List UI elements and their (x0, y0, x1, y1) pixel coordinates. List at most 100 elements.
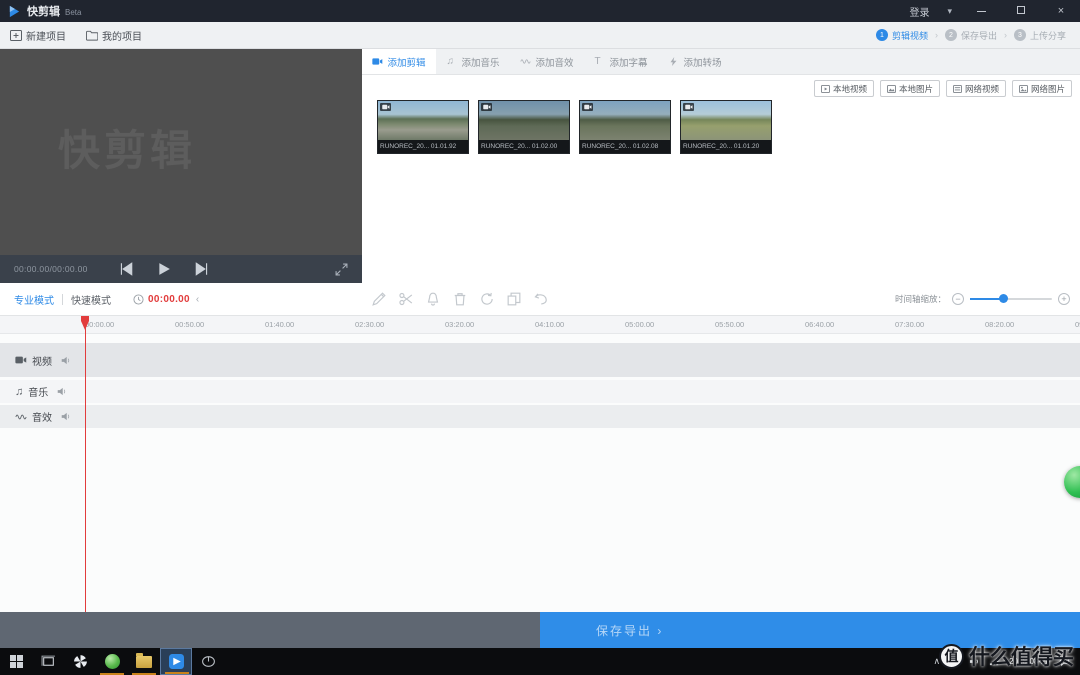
tab-add-subtitle[interactable]: T 添加字幕 (584, 49, 658, 74)
save-export-label: 保存导出 › (596, 622, 663, 639)
tab-add-transition[interactable]: 添加转场 (658, 49, 732, 74)
menu-dropdown-icon[interactable]: ▾ (947, 6, 952, 17)
close-button[interactable]: × (1050, 5, 1072, 17)
ruler-tick-label: 05:50.00 (715, 320, 744, 329)
ruler-tick-label: 00:50.00 (175, 320, 204, 329)
step-save-export[interactable]: 2 保存导出 (945, 29, 997, 42)
clip-name: RUNOREC_20... 01.02.00 (479, 140, 569, 153)
login-button[interactable]: 登录 (909, 4, 929, 19)
player-timecode: 00:00.00/00:00.00 (14, 264, 88, 274)
zoom-out-icon[interactable]: − (952, 293, 964, 305)
kuaijianji-app-button[interactable] (160, 648, 192, 675)
titlebar-right: 登录 ▾ × (909, 4, 1072, 19)
clip-thumbnail[interactable]: RUNOREC_20... 01.02.00 (478, 100, 570, 154)
tab-label: 添加字幕 (609, 55, 647, 69)
camera-badge-icon (582, 103, 593, 111)
source-button-label: 网络视频 (965, 83, 999, 95)
chevron-right-icon: › (935, 30, 938, 40)
sound-wave-icon (15, 412, 27, 422)
playhead-line[interactable] (85, 316, 86, 612)
my-projects-button[interactable]: 我的项目 (86, 28, 142, 43)
play-button[interactable] (156, 262, 172, 276)
tab-add-clip[interactable]: 添加剪辑 (362, 49, 436, 74)
text-tool-icon: T (594, 57, 605, 66)
web-image-button[interactable]: 网络图片 (1012, 80, 1072, 97)
music-track[interactable] (0, 380, 1080, 403)
ruler-tick-label: 00:00.00 (85, 320, 114, 329)
timeline-ruler[interactable]: 00:00.00 00:50.00 01:40.00 02:30.00 03:2… (0, 316, 1080, 334)
clip-thumbnail[interactable]: RUNOREC_20... 01.01.92 (377, 100, 469, 154)
clip-thumbnail[interactable]: RUNOREC_20... 01.02.08 (579, 100, 671, 154)
speaker-icon[interactable] (61, 412, 71, 421)
delete-trash-icon[interactable] (453, 292, 467, 306)
camera-badge-icon (683, 103, 694, 111)
ruler-tick-label: 07:30.00 (895, 320, 924, 329)
prev-frame-button[interactable] (118, 262, 134, 276)
task-view-button[interactable] (32, 648, 64, 675)
clip-list: RUNOREC_20... 01.01.92 RUNOREC_20... 01.… (377, 100, 772, 154)
local-video-button[interactable]: 本地视频 (814, 80, 874, 97)
collapse-icon[interactable]: ‹ (196, 294, 199, 305)
step-upload-share[interactable]: 3 上传分享 (1014, 29, 1066, 42)
minimize-button[interactable] (970, 5, 992, 17)
tab-add-music[interactable]: ♫ 添加音乐 (436, 49, 510, 74)
copy-icon[interactable] (507, 292, 521, 306)
new-project-button[interactable]: 新建项目 (10, 28, 66, 43)
web-image-icon (1019, 85, 1028, 93)
timeline[interactable]: 00:00.00 00:50.00 01:40.00 02:30.00 03:2… (0, 316, 1080, 612)
tab-label: 添加音效 (535, 55, 573, 69)
split-scissors-icon[interactable] (399, 292, 413, 306)
zoom-slider-thumb[interactable] (999, 294, 1008, 303)
clock-icon (133, 294, 144, 305)
ruler-tick-label: 01:40.00 (265, 320, 294, 329)
speaker-icon[interactable] (57, 387, 67, 396)
music-note-icon: ♫ (15, 387, 23, 397)
tab-label: 添加剪辑 (387, 55, 425, 69)
ruler-tick-label: 05:00.00 (625, 320, 654, 329)
rotate-icon[interactable] (480, 292, 494, 306)
speaker-icon[interactable] (61, 356, 71, 365)
next-frame-button[interactable] (194, 262, 210, 276)
clip-thumbnail[interactable]: RUNOREC_20... 01.01.20 (680, 100, 772, 154)
track-label: 音乐 (28, 384, 48, 399)
web-video-button[interactable]: 网络视频 (946, 80, 1006, 97)
track-label: 音效 (32, 409, 52, 424)
smzdm-watermark-text: 什么值得买 (969, 641, 1074, 671)
local-image-button[interactable]: 本地图片 (880, 80, 940, 97)
step-edit-video[interactable]: 1 剪辑视频 (876, 29, 928, 42)
undo-icon[interactable] (534, 292, 548, 306)
restore-button[interactable] (1010, 5, 1032, 17)
fullscreen-icon[interactable] (335, 263, 348, 276)
sound-effect-track[interactable] (0, 405, 1080, 428)
duration-value: 00:00.00 (148, 294, 190, 305)
mute-bell-icon[interactable] (426, 292, 440, 306)
smzdm-watermark: 值 什么值得买 (939, 641, 1074, 671)
zoom-slider[interactable] (970, 298, 1052, 300)
video-track-header: 视频 (0, 343, 83, 377)
media-tabs: 添加剪辑 ♫ 添加音乐 添加音效 T 添加字幕 添加转场 (362, 49, 1080, 75)
misc-app-button[interactable] (192, 648, 224, 675)
new-project-icon (10, 30, 22, 41)
pinwheel-icon (73, 654, 88, 669)
pro-mode-button[interactable]: 专业模式 (14, 292, 54, 307)
ruler-tick-label: 03:20.00 (445, 320, 474, 329)
tab-add-sound-effect[interactable]: 添加音效 (510, 49, 584, 74)
start-button[interactable] (0, 648, 32, 675)
source-buttons: 本地视频 本地图片 网络视频 网络图片 (814, 80, 1072, 97)
playhead-pin[interactable] (81, 321, 89, 330)
preview-watermark: 快剪辑 (58, 117, 196, 178)
transition-icon (668, 57, 679, 66)
clip-name: RUNOREC_20... 01.01.20 (681, 140, 771, 153)
preview-player: 快剪辑 00:00.00/00:00.00 (0, 49, 362, 283)
local-video-icon (821, 85, 830, 93)
step-label: 保存导出 (961, 29, 997, 42)
browser-app-button[interactable] (96, 648, 128, 675)
quick-mode-button[interactable]: 快速模式 (71, 292, 111, 307)
video-track[interactable] (0, 343, 1080, 377)
file-explorer-button[interactable] (128, 648, 160, 675)
zoom-in-icon[interactable]: + (1058, 293, 1070, 305)
pinwheel-app-button[interactable] (64, 648, 96, 675)
windows-logo-icon (10, 655, 23, 668)
edit-pencil-icon[interactable] (372, 292, 386, 306)
step-number: 1 (876, 29, 888, 41)
